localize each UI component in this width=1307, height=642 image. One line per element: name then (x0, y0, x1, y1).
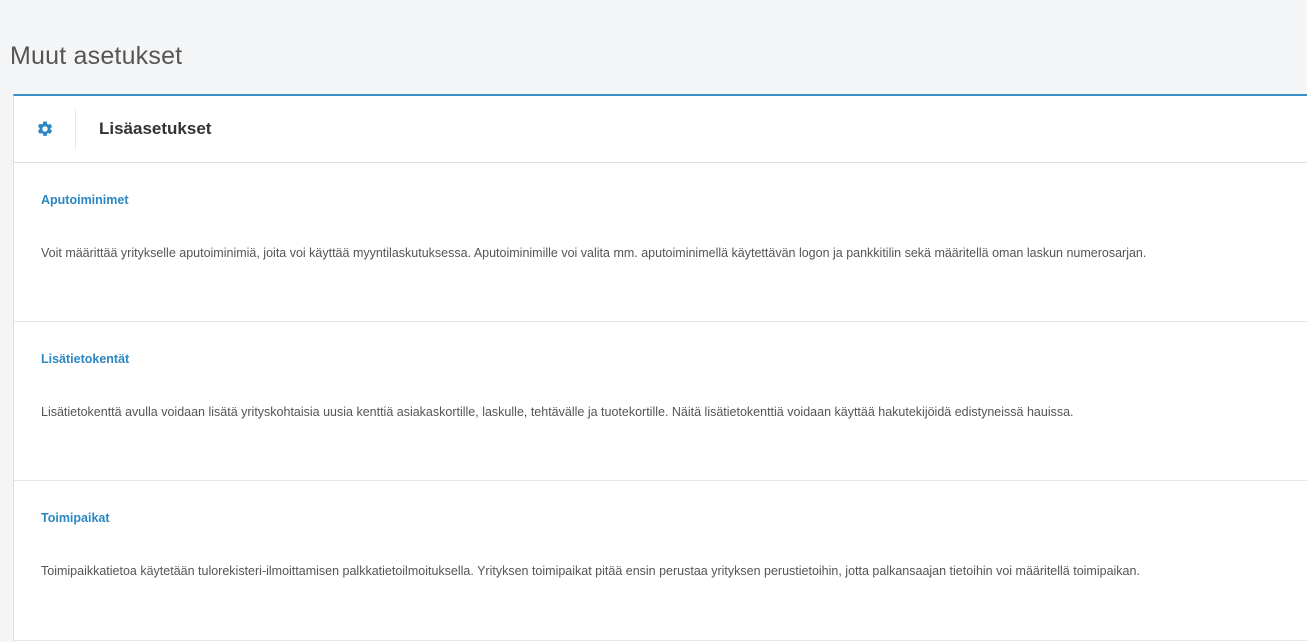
page-title: Muut asetukset (10, 42, 183, 70)
aputoiminimet-link[interactable]: Aputoiminimet (41, 193, 129, 207)
page-header: Muut asetukset (0, 0, 1307, 94)
panel-header: Lisäasetukset (14, 96, 1307, 163)
panel-title: Lisäasetukset (99, 119, 212, 138)
gear-icon (36, 120, 54, 138)
gear-icon-container (14, 109, 76, 149)
section-lisatietokentat: Lisätietokentät Lisätietokenttä avulla v… (14, 322, 1307, 481)
lisatietokentat-description: Lisätietokenttä avulla voidaan lisätä yr… (41, 405, 1074, 419)
toimipaikat-link[interactable]: Toimipaikat (41, 511, 110, 525)
settings-panel: Lisäasetukset Aputoiminimet Voit määritt… (13, 94, 1307, 642)
toimipaikat-description: Toimipaikkatietoa käytetään tulorekister… (41, 564, 1140, 578)
lisatietokentat-link[interactable]: Lisätietokentät (41, 352, 129, 366)
section-aputoiminimet: Aputoiminimet Voit määrittää yritykselle… (14, 163, 1307, 322)
aputoiminimet-description: Voit määrittää yritykselle aputoiminimiä… (41, 246, 1147, 260)
section-toimipaikat: Toimipaikat Toimipaikkatietoa käytetään … (14, 481, 1307, 641)
